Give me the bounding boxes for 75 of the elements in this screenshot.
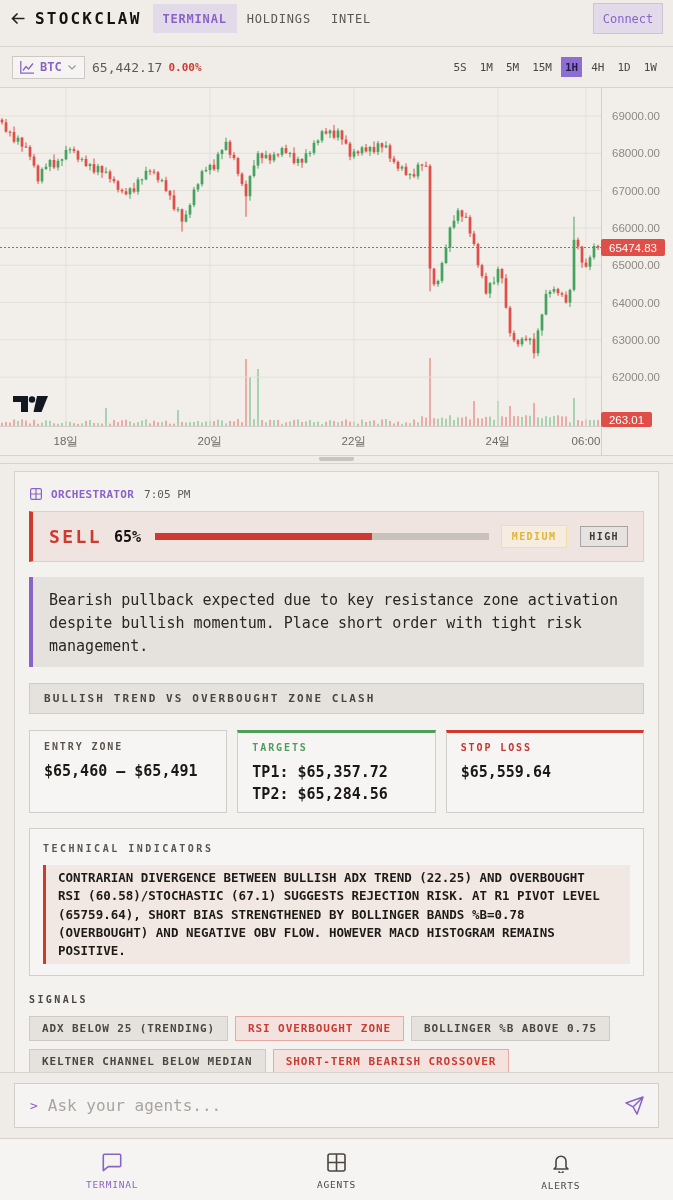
level-value: TP1: $65,357.72 [252,762,389,783]
last-price: 65,442.17 [92,59,163,75]
timeframe-button[interactable]: 1M [475,57,497,77]
section-label: SIGNALS [29,994,89,1007]
ref-line-label: 65474.83 [609,241,657,254]
nav-tab[interactable]: INTEL [320,4,382,33]
level-tag: MEDIUM [500,525,568,548]
x-axis-label: 18일 [53,435,79,447]
grid-icon [30,488,42,500]
indicators-text: CONTRARIAN DIVERGENCE BETWEEN BULLISH ADX TREND (22.25) AND OVERBOUGHT RSI (60.58)/STOCHASTIC (67.1) SUGGESTS REJECTION RISK. AT R1 PIVOT LEVEL (65759.64), SHORT BIAS STRENGTHENED BY BOLLINGER BANDS %B=0.78 (OVERBOUGHT) AND NEGATIVE OBV FLOW. HOWEVER MACD HISTOGRAM REMAINS POSITIVE. [43,865,630,965]
x-axis-label: 24일 [485,435,511,447]
agent-name: ORCHESTRATOR [51,487,135,501]
message-time: 7:05 PM [144,487,191,501]
timeframe-button[interactable]: 1H [561,57,583,77]
y-axis-label: 66000.00 [612,221,660,234]
y-axis-label: 69000.00 [612,110,660,122]
x-axis-label: 22일 [341,435,367,447]
signal-tag: KELTNER CHANNEL BELOW MEDIAN [29,1049,266,1072]
x-axis-label: 06:00 [571,435,601,447]
bottom-nav-tab[interactable]: TERMINAL [80,1139,145,1194]
prompt-symbol: > [30,1098,38,1113]
level-tag: HIGH [580,526,628,547]
level-label: ENTRY ZONE [44,741,125,753]
y-axis-label: 62000.00 [612,371,660,384]
candlestick [60,158,64,167]
y-axis-label: 68000.00 [612,147,660,160]
timeframe-button[interactable]: 4H [587,57,609,77]
candlestick [324,127,328,136]
message-input-field[interactable]: Ask your agents... [47,1093,625,1118]
candlestick [420,163,424,172]
current-price-label: 65474.83 [601,239,665,256]
signal-action: SELL [49,526,102,547]
level-label: TARGETS [252,742,309,754]
bell-icon [551,1153,570,1173]
volume-label: 263.01 [601,412,652,427]
summary-text: Bearish pullback expected due to key resistance zone activation despite bullish momentum. Place short order with tight risk management. [29,577,644,667]
level-value: $65,559.64 [460,762,552,783]
timeframe-button[interactable]: 1D [613,57,635,77]
grid-icon [327,1153,346,1172]
y-axis-label: 63000.00 [612,333,660,346]
chart-logo-icon [13,396,48,412]
candlestick [560,291,564,298]
nav-tab[interactable]: HOLDINGS [236,4,321,33]
level-label: STOP LOSS [460,742,533,754]
level-value: $65,460 — $65,491 [44,761,199,782]
chat-bubble-icon [102,1153,123,1172]
y-axis-label: 67000.00 [612,184,660,197]
y-axis-label: 64000.00 [612,296,660,309]
send-button[interactable] [625,1096,644,1115]
bottom-nav-tab[interactable]: AGENTS [310,1139,363,1194]
confidence-value: 65% [113,527,142,546]
message-input-box[interactable]: > Ask your agents... [14,1083,659,1128]
signal-tag: SHORT-TERM BEARISH CROSSOVER [272,1049,510,1072]
y-axis-label: 65000.00 [612,259,660,272]
section-label: TECHNICAL INDICATORS [43,843,215,855]
caret-icon [67,64,76,70]
timeframe-button[interactable]: 5M [501,57,524,77]
signal-tag: RSI OVERBOUGHT ZONE [235,1016,404,1042]
back-arrow-icon [11,12,25,25]
back-button[interactable] [11,12,25,25]
signal-tag: ADX BELOW 25 (TRENDING) [29,1016,229,1042]
bottom-nav-tab[interactable]: ALERTS [535,1139,587,1195]
candlestick [344,134,348,146]
price-change: 0.00% [168,60,202,74]
theme-banner: BULLISH TREND VS OVERBOUGHT ZONE CLASH [29,683,644,714]
signal-tag: BOLLINGER %B ABOVE 0.75 [410,1016,610,1042]
line-chart-icon [20,60,34,74]
symbol-dropdown[interactable]: BTC [12,55,85,79]
timeframe-button[interactable]: 1W [639,57,661,77]
x-axis-label: 20일 [197,435,223,447]
app-title: STOCKCLAW [35,9,142,28]
timeframe-button[interactable]: 5S [449,57,471,77]
level-value: TP2: $65,284.56 [252,784,389,805]
timeframe-button[interactable]: 15M [528,57,556,77]
send-icon [625,1096,644,1115]
